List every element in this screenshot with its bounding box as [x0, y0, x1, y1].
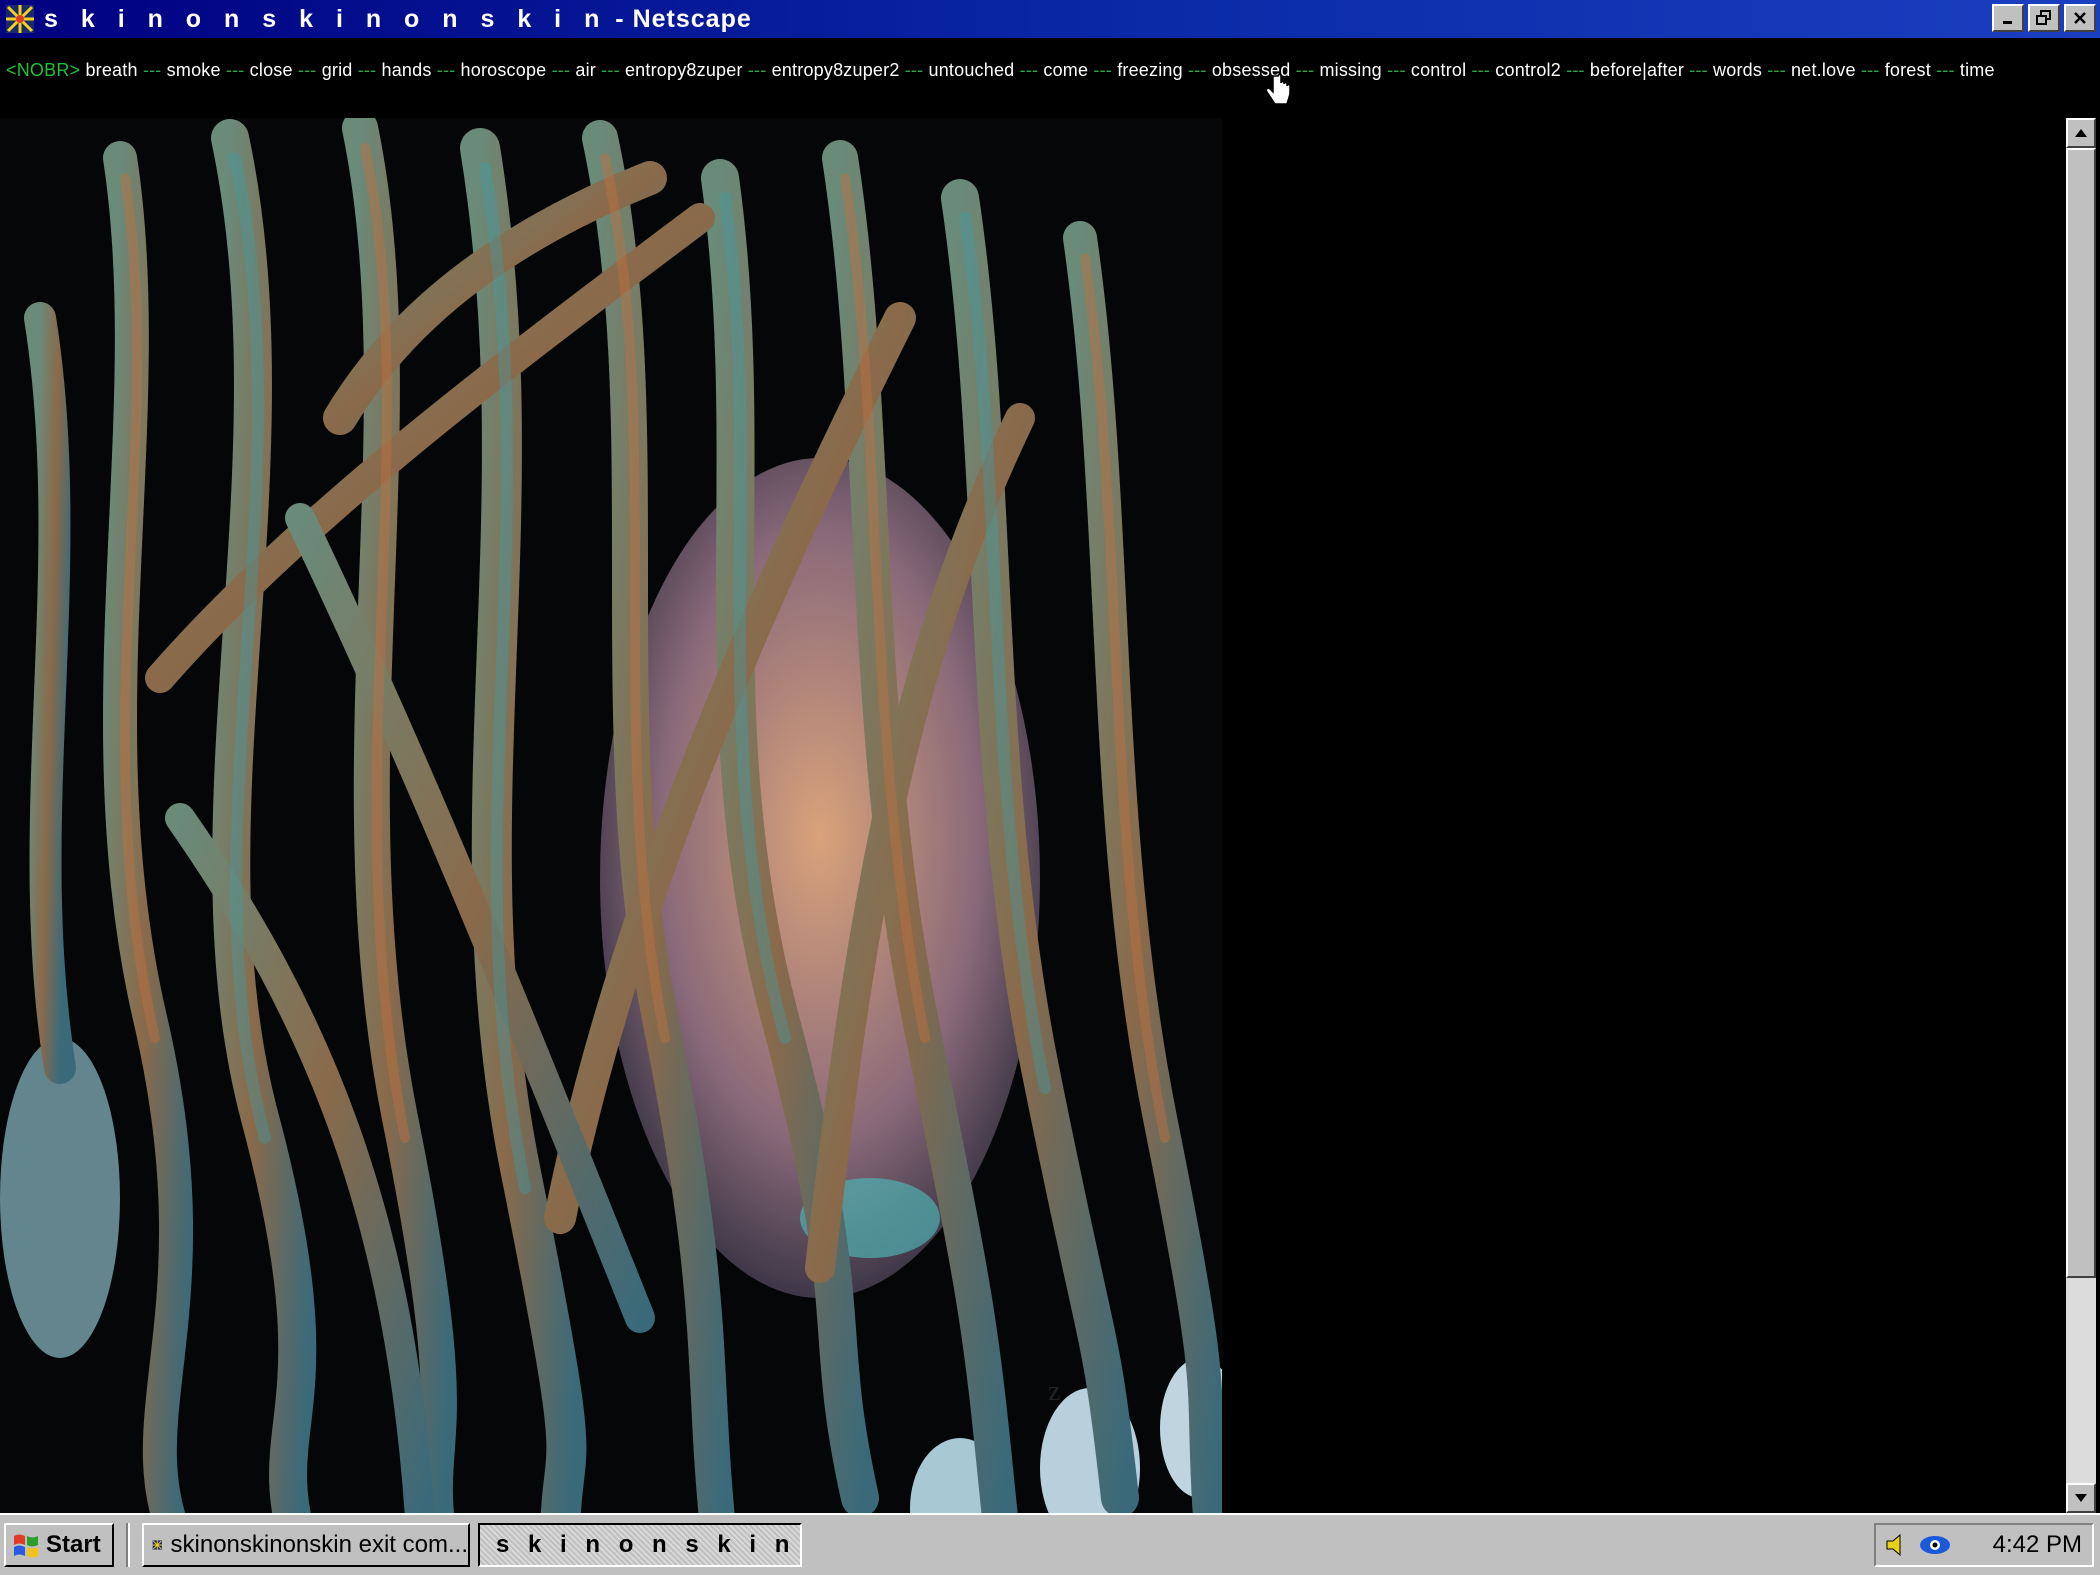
minimize-icon — [2003, 21, 2012, 24]
nav-separator: --- — [292, 60, 322, 80]
nav-link-net-love[interactable]: net.love — [1791, 60, 1856, 80]
minimize-button[interactable] — [1992, 4, 2024, 32]
nav-separator: --- — [546, 60, 576, 80]
taskbar-separator — [126, 1523, 130, 1567]
nav-separator: --- — [1290, 60, 1320, 80]
close-button[interactable] — [2064, 4, 2096, 32]
nav-link-smoke[interactable]: smoke — [167, 60, 221, 80]
nav-separator: --- — [899, 60, 929, 80]
nav-separator: --- — [1466, 60, 1496, 80]
nav-link-air[interactable]: air — [575, 60, 596, 80]
task-label: skinonskinonskin exit com... — [170, 1531, 468, 1558]
window-title: s k i n o n s k i n o n s k i n - Netsca… — [44, 5, 752, 34]
nav-separator: --- — [431, 60, 461, 80]
browser-page: <NOBR> breath --- smoke --- close --- gr… — [0, 38, 2100, 1513]
hand-cursor-icon — [1265, 74, 1291, 105]
nav-separator: --- — [1855, 60, 1885, 80]
arrow-down-icon — [2075, 1494, 2087, 1502]
windows-taskbar: Start skinonskinonskin exit com... s k i… — [0, 1513, 2100, 1575]
nav-separator: --- — [1182, 60, 1212, 80]
nav-link-control[interactable]: control — [1411, 60, 1466, 80]
nav-link-close[interactable]: close — [250, 60, 293, 80]
nav-link-horoscope[interactable]: horoscope — [461, 60, 547, 80]
nav-link-words[interactable]: words — [1713, 60, 1762, 80]
nav-link-entropy8zuper2[interactable]: entropy8zuper2 — [772, 60, 900, 80]
nav-separator: --- — [220, 60, 250, 80]
window-title-bar[interactable]: s k i n o n s k i n o n s k i n - Netsca… — [0, 0, 2100, 38]
scrollbar-thumb[interactable] — [2066, 148, 2096, 1278]
nav-link-forest[interactable]: forest — [1885, 60, 1931, 80]
vertical-scrollbar[interactable] — [2066, 118, 2096, 1513]
nav-link-time[interactable]: time — [1960, 60, 1995, 80]
nav-link-entropy8zuper[interactable]: entropy8zuper — [625, 60, 743, 80]
netscape-app-icon — [6, 5, 34, 33]
speaker-icon[interactable] — [1884, 1532, 1910, 1558]
dreadlocks-portrait-photo: z — [0, 118, 1222, 1513]
scroll-down-button[interactable] — [2066, 1483, 2096, 1513]
nav-separator: --- — [595, 60, 625, 80]
window-title-spaced: s k i n o n s k i n o n s k i n — [44, 4, 608, 33]
restore-button[interactable] — [2028, 4, 2060, 32]
nav-separator: --- — [352, 60, 382, 80]
taskbar-task-exit-com[interactable]: skinonskinonskin exit com... — [142, 1523, 470, 1567]
system-tray: 4:42 PM — [1874, 1523, 2094, 1567]
nav-link-untouched[interactable]: untouched — [929, 60, 1015, 80]
nobr-tag-text: <NOBR> — [6, 60, 81, 80]
nav-separator: --- — [1684, 60, 1714, 80]
nav-link-hands[interactable]: hands — [382, 60, 432, 80]
start-label: Start — [46, 1531, 101, 1558]
nav-separator: --- — [1762, 60, 1792, 80]
nav-separator: --- — [1560, 60, 1590, 80]
nav-link-missing[interactable]: missing — [1319, 60, 1381, 80]
nav-separator: --- — [1088, 60, 1118, 80]
start-button[interactable]: Start — [4, 1523, 114, 1567]
nav-separator: --- — [742, 60, 772, 80]
nav-link-control2[interactable]: control2 — [1495, 60, 1561, 80]
portrait-image: z — [0, 118, 1222, 1513]
window-title-app: - Netscape — [607, 4, 752, 33]
nav-separator: --- — [1930, 60, 1960, 80]
task-label: s k i n o n s k i n o n ... — [496, 1531, 800, 1558]
netscape-task-icon — [152, 1540, 162, 1550]
nav-link-come[interactable]: come — [1043, 60, 1088, 80]
nav-separator: --- — [137, 60, 167, 80]
close-icon — [2074, 12, 2086, 24]
nav-link-before-after[interactable]: before|after — [1590, 60, 1684, 80]
taskbar-task-active-netscape[interactable]: s k i n o n s k i n o n ... — [478, 1523, 802, 1567]
nav-line: <NOBR> breath --- smoke --- close --- gr… — [6, 60, 1995, 81]
nav-link-freezing[interactable]: freezing — [1117, 60, 1183, 80]
nav-separator: --- — [1014, 60, 1044, 80]
eye-tray-icon[interactable] — [1918, 1532, 1952, 1558]
nav-link-grid[interactable]: grid — [322, 60, 353, 80]
nav-link-breath[interactable]: breath — [85, 60, 137, 80]
arrow-up-icon — [2075, 129, 2087, 137]
scroll-up-button[interactable] — [2066, 118, 2096, 148]
windows-logo-icon — [14, 1534, 38, 1558]
taskbar-clock[interactable]: 4:42 PM — [1993, 1531, 2082, 1559]
photo-overlay-letter: z — [1048, 1376, 1060, 1407]
nav-separator: --- — [1381, 60, 1411, 80]
restore-icon — [2036, 10, 2051, 25]
